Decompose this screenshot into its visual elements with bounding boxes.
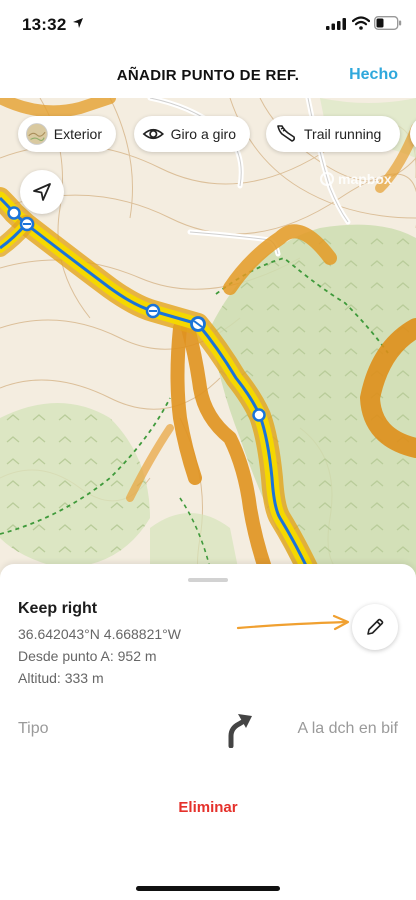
- map-style-chip[interactable]: Exterior: [18, 116, 116, 152]
- mapbox-logo: mapbox: [320, 171, 392, 187]
- shoe-icon: [277, 125, 296, 142]
- status-bar: 13:32: [0, 0, 416, 50]
- pencil-icon: [367, 618, 384, 635]
- turn-by-turn-chip[interactable]: Giro a giro: [134, 116, 250, 152]
- delete-button[interactable]: Eliminar: [0, 799, 416, 816]
- location-arrow-icon: [73, 18, 83, 28]
- battery-icon: [374, 16, 402, 30]
- wifi-icon: [352, 16, 370, 30]
- type-value[interactable]: A la dch en bif: [297, 720, 398, 738]
- type-label: Tipo: [18, 720, 49, 737]
- navigation-arrow-icon: [33, 183, 51, 201]
- activity-label: Trail running: [304, 126, 382, 142]
- map-canvas[interactable]: [0, 98, 416, 578]
- status-time: 13:32: [22, 15, 67, 34]
- locate-button[interactable]: [20, 170, 64, 214]
- home-indicator: [136, 886, 280, 891]
- nav-bar: AÑADIR PUNTO DE REF. Hecho: [0, 50, 416, 98]
- waypoint-altitude: Altitud: 333 m: [18, 670, 104, 686]
- eye-icon: [142, 128, 165, 140]
- waypoint-coordinates: 36.642043°N 4.668821°W: [18, 626, 181, 642]
- map-style-label: Exterior: [53, 126, 102, 142]
- map-view[interactable]: Exterior Giro a giro Trail running mapbo…: [0, 98, 416, 578]
- keep-right-arrow-icon[interactable]: [222, 710, 256, 748]
- waypoint-sheet: Keep right 36.642043°N 4.668821°W Desde …: [0, 564, 416, 900]
- route-marker[interactable]: [7, 206, 21, 220]
- mapbox-icon: [320, 172, 334, 186]
- activity-chip[interactable]: Trail running: [266, 116, 400, 152]
- waypoint-name: Keep right: [18, 600, 98, 617]
- route-marker[interactable]: [252, 408, 266, 422]
- edit-button[interactable]: [352, 604, 398, 650]
- cellular-signal-icon: [326, 18, 346, 30]
- terrain-thumbnail-icon: [26, 123, 48, 145]
- waypoint-distance: Desde punto A: 952 m: [18, 648, 157, 664]
- mapbox-attribution: mapbox: [338, 171, 392, 187]
- annotation-arrow-icon: [236, 614, 350, 631]
- sheet-drag-handle[interactable]: [188, 578, 228, 582]
- done-button[interactable]: Hecho: [349, 66, 398, 84]
- turn-by-turn-label: Giro a giro: [170, 126, 236, 142]
